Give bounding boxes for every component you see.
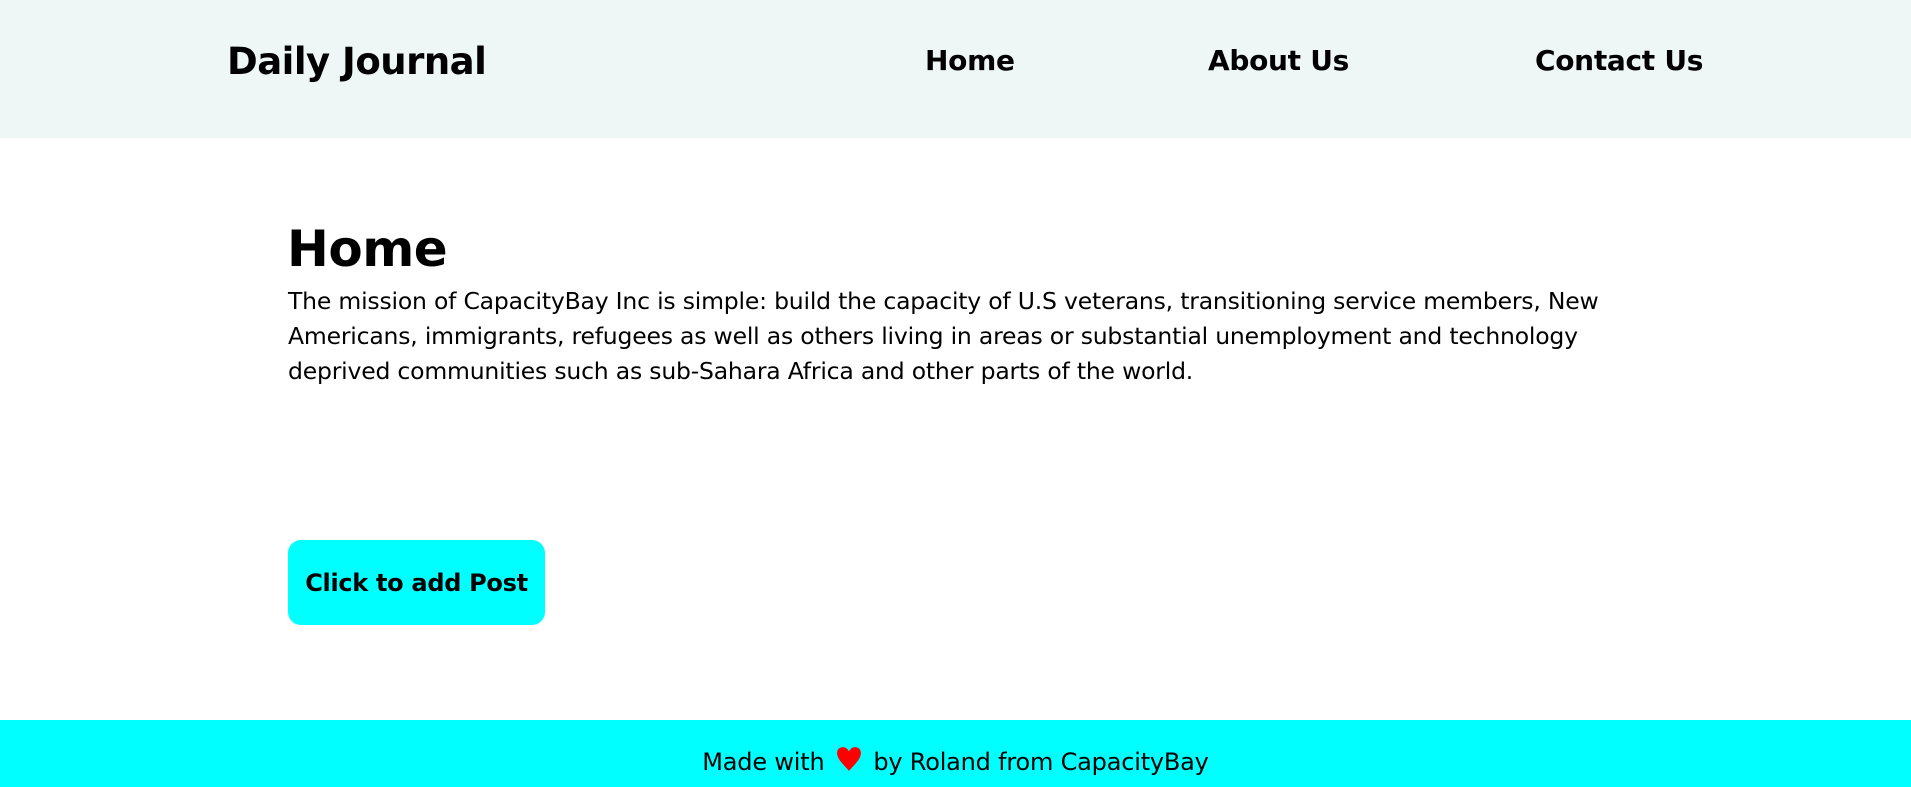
site-header: Daily Journal Home About Us Contact Us: [0, 0, 1911, 138]
footer-text-after: by Roland from CapacityBay: [873, 748, 1209, 776]
nav-link-home[interactable]: Home: [925, 44, 1015, 77]
site-brand[interactable]: Daily Journal: [227, 40, 487, 83]
footer-credit: Made with by Roland from CapacityBay: [0, 746, 1911, 776]
mission-text: The mission of CapacityBay Inc is simple…: [288, 287, 1599, 385]
nav-link-about-us[interactable]: About Us: [1208, 44, 1349, 77]
heart-icon: [836, 747, 861, 771]
nav-link-contact-us[interactable]: Contact Us: [1535, 44, 1703, 77]
page-title: Home: [287, 220, 448, 278]
footer-text-before: Made with: [702, 748, 825, 776]
add-post-button[interactable]: Click to add Post: [288, 540, 545, 625]
site-footer: Made with by Roland from CapacityBay: [0, 720, 1911, 787]
